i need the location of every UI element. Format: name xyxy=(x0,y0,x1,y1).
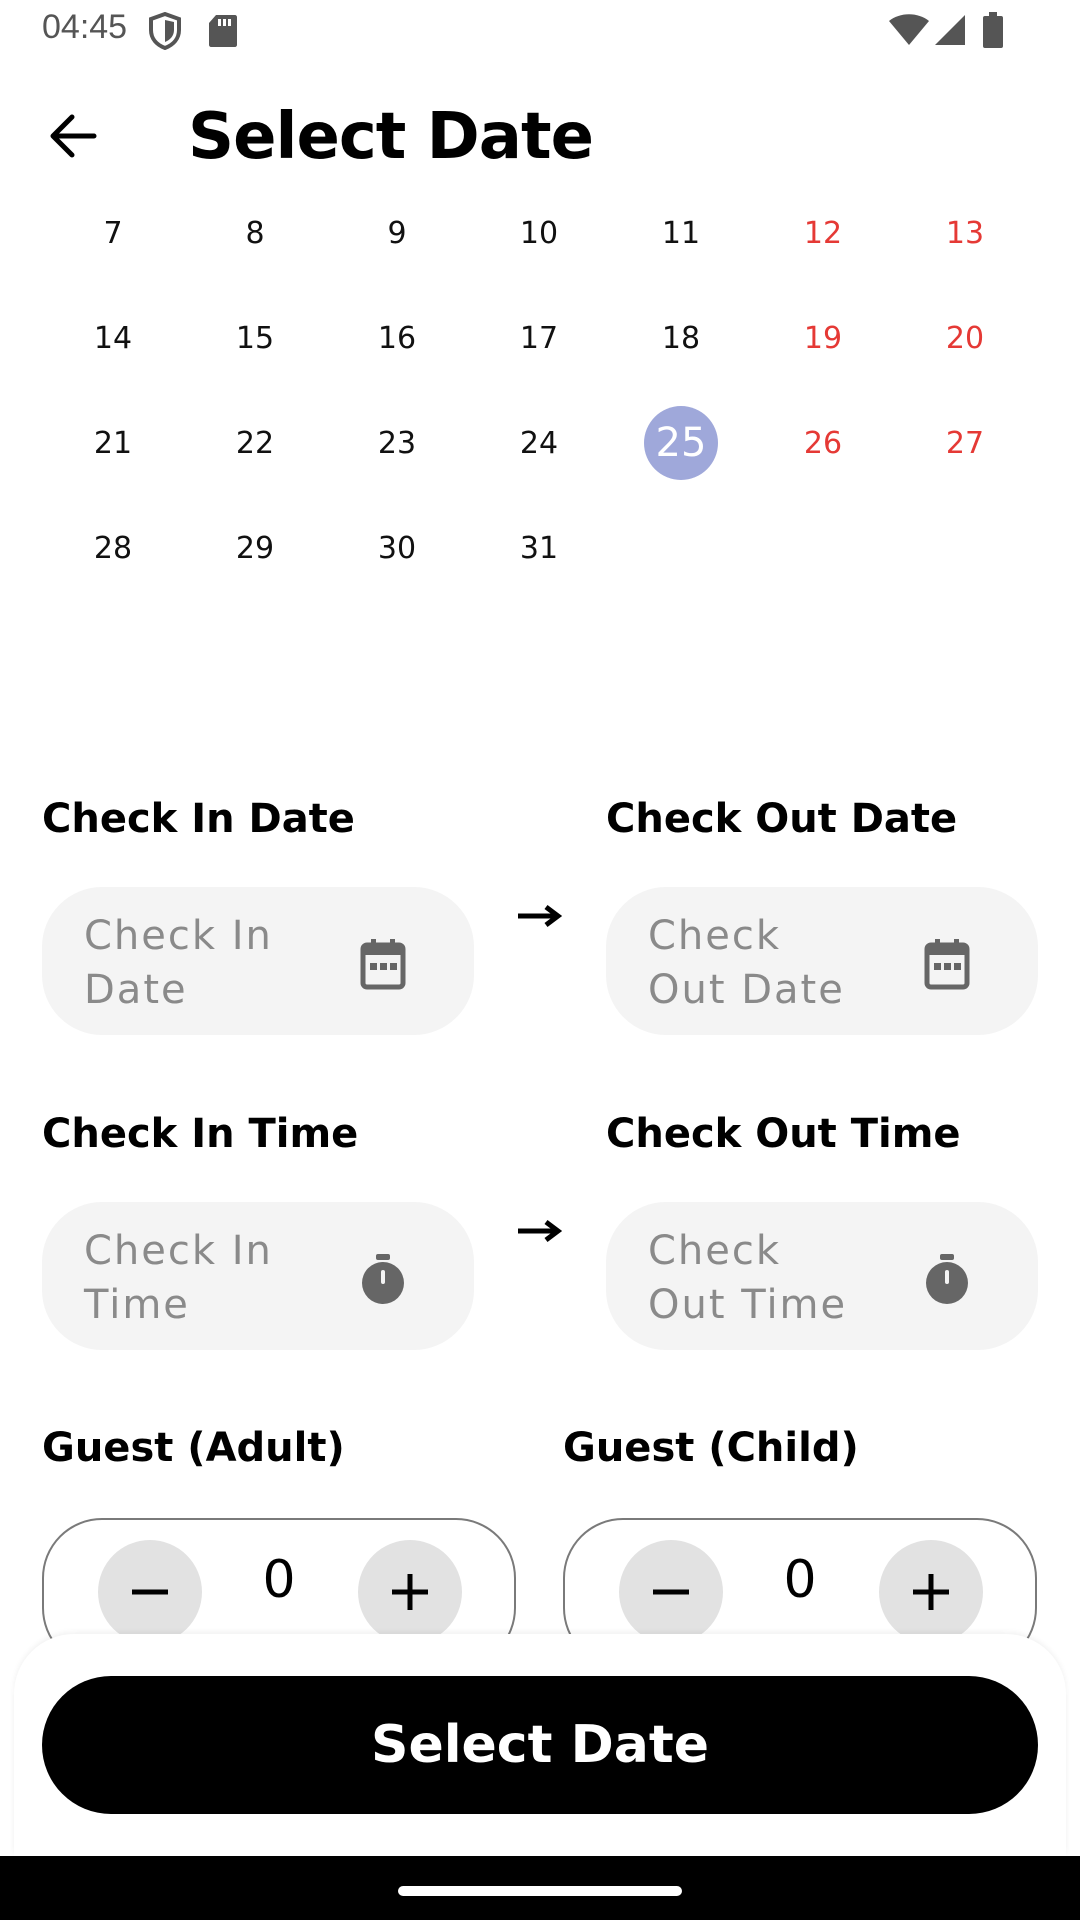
calendar-week: 21 22 23 24 25 26 27 xyxy=(42,406,1038,511)
placeholder-line: Time xyxy=(84,1282,190,1328)
back-button[interactable] xyxy=(44,108,104,164)
calendar-week: 7 8 9 10 11 12 13 xyxy=(42,196,1038,301)
calendar-day[interactable]: 11 xyxy=(610,196,752,270)
calendar-day[interactable]: 30 xyxy=(326,511,468,585)
check-in-time-label: Check In Time xyxy=(42,1111,359,1157)
wifi-icon xyxy=(889,14,929,45)
calendar-day[interactable]: 31 xyxy=(468,511,610,585)
timer-icon xyxy=(362,1254,404,1304)
arrow-left-icon xyxy=(50,114,97,158)
calendar-day-weekend[interactable]: 12 xyxy=(752,196,894,270)
placeholder-line: Out Time xyxy=(648,1282,848,1328)
check-in-date-field[interactable]: Check In Date xyxy=(42,887,474,1035)
calendar-day[interactable]: 22 xyxy=(184,406,326,480)
plus-icon xyxy=(392,1574,428,1610)
calendar-week: 14 15 16 17 18 19 20 xyxy=(42,301,1038,406)
status-time: 04:45 xyxy=(42,8,128,46)
calendar-grid: 7 8 9 10 11 12 13 14 15 16 17 18 19 20 2… xyxy=(42,196,1038,616)
calendar-day[interactable]: 21 xyxy=(42,406,184,480)
calendar-day[interactable]: 17 xyxy=(468,301,610,375)
check-out-time-field[interactable]: Check Out Time xyxy=(606,1202,1038,1350)
calendar-day-weekend[interactable]: 13 xyxy=(894,196,1036,270)
child-count: 0 xyxy=(783,1550,817,1610)
placeholder-line: Check In xyxy=(84,1228,273,1274)
calendar-day[interactable]: 14 xyxy=(42,301,184,375)
guest-adult-label: Guest (Adult) xyxy=(42,1425,345,1471)
minus-icon xyxy=(653,1589,689,1595)
minus-icon xyxy=(132,1589,168,1595)
child-decrement-button[interactable] xyxy=(619,1540,723,1644)
calendar-day[interactable]: 15 xyxy=(184,301,326,375)
check-out-time-label: Check Out Time xyxy=(606,1111,961,1157)
check-in-date-placeholder: Check In Date xyxy=(84,909,334,1017)
navigation-bar xyxy=(0,1856,1080,1920)
placeholder-line: Date xyxy=(84,967,188,1013)
calendar-week: 28 29 30 31 xyxy=(42,511,1038,616)
child-increment-button[interactable] xyxy=(879,1540,983,1644)
calendar-day[interactable]: 8 xyxy=(184,196,326,270)
calendar-day[interactable]: 16 xyxy=(326,301,468,375)
timer-icon xyxy=(926,1254,968,1304)
calendar-day-weekend[interactable]: 19 xyxy=(752,301,894,375)
check-in-time-field[interactable]: Check In Time xyxy=(42,1202,474,1350)
calendar-day[interactable]: 10 xyxy=(468,196,610,270)
calendar-day[interactable]: 18 xyxy=(610,301,752,375)
status-bar: 04:45 xyxy=(0,0,1080,60)
calendar-day[interactable]: 7 xyxy=(42,196,184,270)
check-out-date-placeholder: Check Out Date xyxy=(648,909,898,1017)
placeholder-line: Out Date xyxy=(648,967,845,1013)
adult-count: 0 xyxy=(262,1550,296,1610)
adult-decrement-button[interactable] xyxy=(98,1540,202,1644)
calendar-day[interactable]: 23 xyxy=(326,406,468,480)
arrow-right-icon xyxy=(518,1220,562,1242)
page-title: Select Date xyxy=(188,100,594,174)
selected-day-label: 25 xyxy=(644,406,718,480)
check-out-date-field[interactable]: Check Out Date xyxy=(606,887,1038,1035)
battery-icon xyxy=(983,12,1003,48)
placeholder-line: Check In xyxy=(84,913,273,959)
select-date-button[interactable]: Select Date xyxy=(42,1676,1038,1814)
plus-icon xyxy=(913,1574,949,1610)
calendar-day[interactable]: 9 xyxy=(326,196,468,270)
sd-card-icon xyxy=(209,15,237,47)
calendar-icon xyxy=(924,939,970,990)
calendar-day[interactable]: 29 xyxy=(184,511,326,585)
calendar-day-selected[interactable]: 25 xyxy=(610,406,752,480)
placeholder-line: Check xyxy=(648,1228,782,1274)
guest-child-label: Guest (Child) xyxy=(563,1425,859,1471)
calendar-day[interactable]: 28 xyxy=(42,511,184,585)
adult-increment-button[interactable] xyxy=(358,1540,462,1644)
shield-icon xyxy=(149,12,181,50)
check-in-date-label: Check In Date xyxy=(42,796,355,842)
check-out-time-placeholder: Check Out Time xyxy=(648,1224,898,1332)
signal-icon xyxy=(935,15,965,45)
arrow-right-icon xyxy=(518,905,562,927)
calendar-day[interactable]: 24 xyxy=(468,406,610,480)
calendar-day-weekend[interactable]: 26 xyxy=(752,406,894,480)
calendar-day-weekend[interactable]: 20 xyxy=(894,301,1036,375)
placeholder-line: Check xyxy=(648,913,782,959)
calendar-day-weekend[interactable]: 27 xyxy=(894,406,1036,480)
calendar-icon xyxy=(360,939,406,990)
check-in-time-placeholder: Check In Time xyxy=(84,1224,334,1332)
home-indicator[interactable] xyxy=(398,1886,682,1896)
check-out-date-label: Check Out Date xyxy=(606,796,958,842)
